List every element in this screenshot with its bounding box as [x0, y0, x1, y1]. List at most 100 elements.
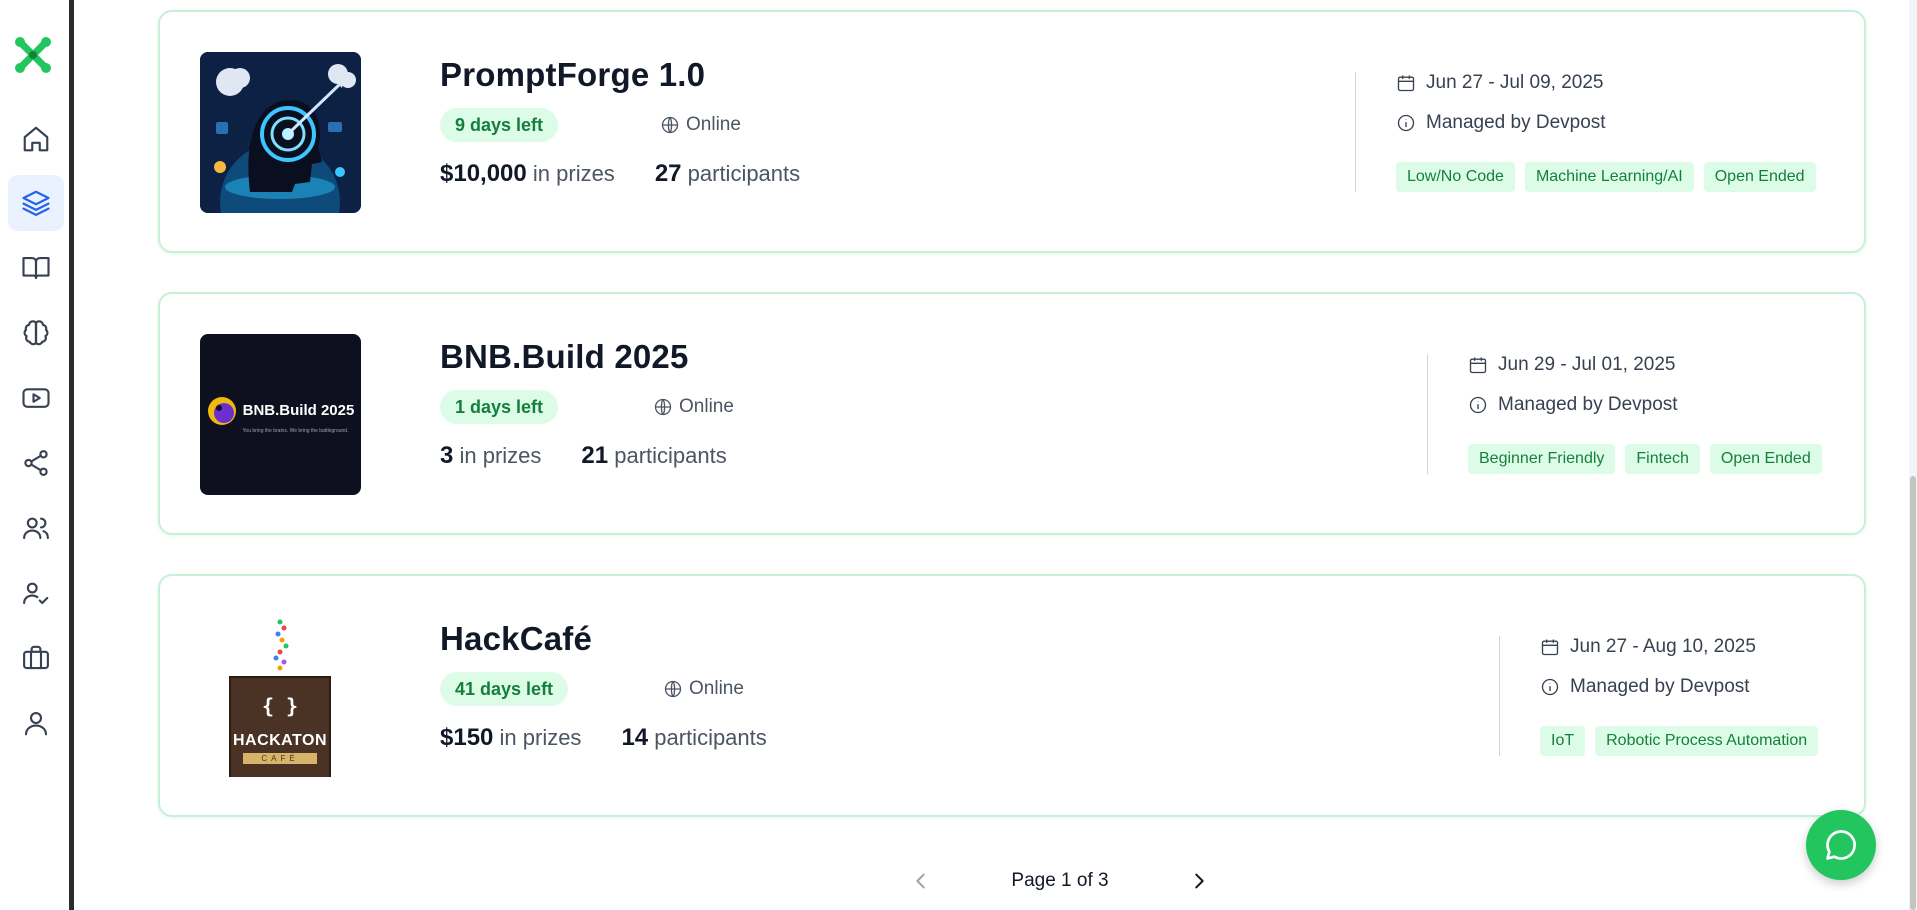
nav-learn[interactable]	[8, 240, 64, 296]
location-label: Online	[689, 678, 744, 699]
hackathon-title[interactable]: PromptForge 1.0	[440, 56, 705, 94]
theme-tag[interactable]: Open Ended	[1703, 162, 1816, 192]
user-check-icon	[23, 582, 49, 605]
brain-icon	[23, 320, 49, 346]
managed-by: Managed by Devpost	[1396, 112, 1606, 134]
nav-home[interactable]	[8, 111, 64, 167]
globe-icon	[661, 116, 679, 134]
managed-by-label: Managed by Devpost	[1570, 676, 1750, 697]
prizes: 3 in prizes	[440, 442, 541, 470]
location: Online	[653, 390, 734, 424]
location: Online	[660, 108, 741, 142]
next-page-button[interactable]	[1188, 870, 1210, 892]
nav-ai[interactable]	[8, 305, 64, 361]
theme-tags: IoT Robotic Process Automation	[1540, 726, 1819, 756]
hackathon-thumbnail[interactable]: { } HACKATON CAFÉ	[200, 616, 361, 777]
nav-community[interactable]	[8, 500, 64, 556]
calendar-icon	[1541, 639, 1559, 656]
scrollbar-thumb[interactable]	[1910, 476, 1916, 910]
brand-logo-icon[interactable]	[10, 32, 56, 78]
theme-tags: Beginner Friendly Fintech Open Ended	[1468, 444, 1822, 474]
hackathon-stats: $10,000 in prizes 27 participants	[440, 160, 800, 188]
participants-suffix: participants	[654, 725, 767, 750]
prev-page-button[interactable]	[910, 870, 932, 892]
nav-videos[interactable]	[8, 370, 64, 426]
participants: 27 participants	[655, 160, 800, 188]
nav-mentors[interactable]	[8, 565, 64, 621]
days-left-badge: 1 days left	[440, 390, 559, 424]
prize-amount: $150	[440, 724, 494, 751]
theme-tag[interactable]: Robotic Process Automation	[1595, 726, 1819, 756]
briefcase-icon	[23, 645, 49, 670]
hackathon-thumbnail[interactable]: BNB.Build 2025 You bring the brains. We …	[200, 334, 361, 495]
date-range-label: Jun 27 - Aug 10, 2025	[1570, 636, 1756, 657]
date-range-label: Jun 29 - Jul 01, 2025	[1498, 354, 1676, 375]
info-icon	[1469, 396, 1487, 414]
calendar-icon	[1469, 357, 1487, 374]
card-divider	[1499, 636, 1500, 756]
location: Online	[663, 672, 744, 706]
participants: 21 participants	[581, 442, 726, 470]
nav-profile[interactable]	[8, 695, 64, 751]
main-content: PromptForge 1.0 9 days left Online $10,0…	[79, 0, 1909, 910]
managed-by: Managed by Devpost	[1540, 676, 1750, 698]
layers-icon	[22, 190, 50, 216]
theme-tag[interactable]: Machine Learning/AI	[1524, 162, 1694, 192]
managed-by-label: Managed by Devpost	[1498, 394, 1678, 415]
chat-button[interactable]	[1806, 810, 1876, 880]
days-left-badge: 41 days left	[440, 672, 569, 706]
chevron-left-icon	[916, 873, 925, 889]
info-icon	[1541, 678, 1559, 696]
prize-suffix: in prizes	[459, 443, 542, 468]
participants-count: 21	[581, 442, 609, 469]
pagination: Page 1 of 3	[910, 864, 1210, 898]
hackathon-card[interactable]: BNB.Build 2025 You bring the brains. We …	[158, 292, 1866, 535]
thumb-subtitle: You bring the brains. We bring the battl…	[242, 427, 349, 434]
hackathon-title[interactable]: HackCafé	[440, 620, 592, 658]
calendar-icon	[1397, 75, 1415, 92]
location-label: Online	[679, 396, 734, 417]
managed-by: Managed by Devpost	[1468, 394, 1678, 416]
bnb-logo: BNB.Build 2025	[207, 396, 355, 426]
participants: 14 participants	[621, 724, 766, 752]
user-icon	[24, 711, 48, 736]
nav-share[interactable]	[8, 435, 64, 491]
video-icon	[22, 388, 50, 408]
date-range: Jun 29 - Jul 01, 2025	[1468, 354, 1675, 376]
nav-jobs[interactable]	[8, 630, 64, 686]
thumb-title: BNB.Build 2025	[242, 402, 355, 419]
theme-tag[interactable]: Low/No Code	[1396, 162, 1515, 192]
sidebar	[0, 0, 74, 910]
hackaton-cafe-logo: { } HACKATON CAFÉ	[229, 676, 331, 777]
home-icon	[23, 126, 49, 152]
participants-suffix: participants	[614, 443, 727, 468]
globe-icon	[654, 398, 672, 416]
location-label: Online	[686, 114, 741, 135]
share-icon	[24, 450, 48, 476]
hackathon-card[interactable]: { } HACKATON CAFÉ HackCafé 41 days left …	[158, 574, 1866, 817]
hackathon-thumbnail[interactable]	[200, 52, 361, 213]
theme-tag[interactable]: Fintech	[1625, 444, 1700, 474]
card-divider	[1355, 72, 1356, 192]
theme-tag[interactable]: Beginner Friendly	[1468, 444, 1616, 474]
days-left-badge: 9 days left	[440, 108, 559, 142]
hackathon-stats: 3 in prizes 21 participants	[440, 442, 727, 470]
theme-tag[interactable]: Open Ended	[1709, 444, 1822, 474]
prize-amount: $10,000	[440, 160, 527, 187]
bear-logo-icon	[207, 396, 236, 425]
info-icon	[1397, 114, 1415, 132]
date-range: Jun 27 - Jul 09, 2025	[1396, 72, 1603, 94]
page-indicator: Page 1 of 3	[1011, 870, 1109, 891]
prize-suffix: in prizes	[532, 161, 615, 186]
hackathon-title[interactable]: BNB.Build 2025	[440, 338, 689, 376]
participants-count: 27	[654, 160, 682, 187]
prize-amount: 3	[440, 442, 454, 469]
prizes: $10,000 in prizes	[440, 160, 615, 188]
logo-text: HACKATON	[232, 731, 328, 749]
ai-head-illustration-icon	[200, 52, 361, 213]
theme-tag[interactable]: IoT	[1540, 726, 1586, 756]
hackathon-card[interactable]: PromptForge 1.0 9 days left Online $10,0…	[158, 10, 1866, 253]
participants-suffix: participants	[687, 161, 801, 186]
prizes: $150 in prizes	[440, 724, 581, 752]
nav-hackathons[interactable]	[8, 175, 64, 231]
